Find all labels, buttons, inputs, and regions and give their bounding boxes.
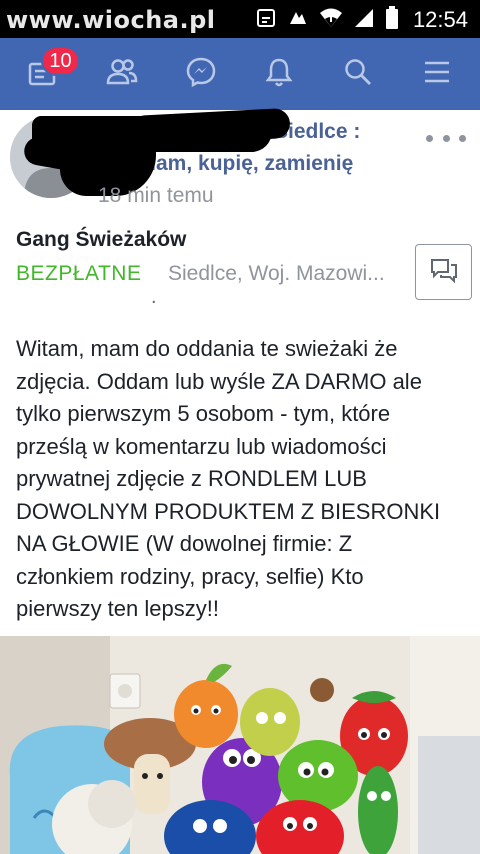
status-icons: 12:54 (255, 5, 468, 35)
nav-menu[interactable] (407, 44, 467, 104)
search-icon (343, 57, 373, 92)
notification-icon (255, 7, 277, 34)
post-body-line: Witam, mam do oddania te swieżaki że (16, 336, 398, 361)
post-body-line: członkiem rodziny, pracy, selfie) Kto (16, 563, 364, 589)
chat-bubbles-icon (429, 256, 459, 289)
friends-icon (105, 57, 139, 92)
nav-search[interactable] (328, 44, 388, 104)
more-options-icon[interactable] (426, 128, 466, 148)
listing-title[interactable]: Gang Świeżaków (16, 228, 186, 252)
post-body-line: prześlą w komentarzu lub wiadomości (16, 433, 387, 459)
post-body-line: prywatnej zdjęcie z RONDLEM LUB (16, 466, 367, 491)
notifications-bell-icon (264, 56, 294, 93)
nav-friends[interactable] (92, 44, 152, 104)
signal-icon (353, 7, 375, 34)
clock: 12:54 (412, 7, 468, 32)
app-icon (287, 7, 309, 34)
listing-price: BEZPŁATNE (16, 262, 142, 285)
post-body-line: zdjęcia. Oddam lub wyśle ZA DARMO ale (16, 368, 422, 394)
nav-news-feed[interactable]: 10 (13, 44, 80, 104)
watermark: www.wiocha.pl (6, 6, 216, 34)
messenger-icon (185, 56, 217, 93)
listing-location: Siedlce, Woj. Mazowi... (168, 262, 385, 285)
post-body-line: DOWOLNYM PRODUKTEM Z BIESRONKI (16, 498, 441, 524)
post-body-line: NA GŁOWIE (W dowolnej firmie: Z (16, 531, 353, 556)
post-header: Siedlce : przedam, kupię, zamienię 18 mi… (0, 107, 480, 210)
status-bar: www.wiocha.pl 12:54 (0, 0, 480, 38)
separator-dot: . (151, 286, 157, 308)
nav-notifications[interactable] (249, 44, 309, 104)
message-seller-button[interactable] (415, 244, 472, 300)
post-photo[interactable] (0, 636, 480, 854)
post-body-line: pierwszy ten lepszy!! (16, 596, 219, 621)
battery-icon (385, 5, 399, 35)
post-timestamp: 18 min temu (98, 184, 214, 207)
nav-messenger[interactable] (171, 44, 231, 104)
top-navigation-bar: 10 (0, 38, 480, 110)
wifi-icon (319, 7, 343, 34)
post-body: Witam, mam do oddania te swieżaki że zdj… (16, 333, 472, 626)
notification-count-badge: 10 (41, 46, 80, 76)
post-body-line: tylko pierwszym 5 osobom - tym, które (16, 401, 391, 426)
menu-icon (422, 59, 452, 90)
